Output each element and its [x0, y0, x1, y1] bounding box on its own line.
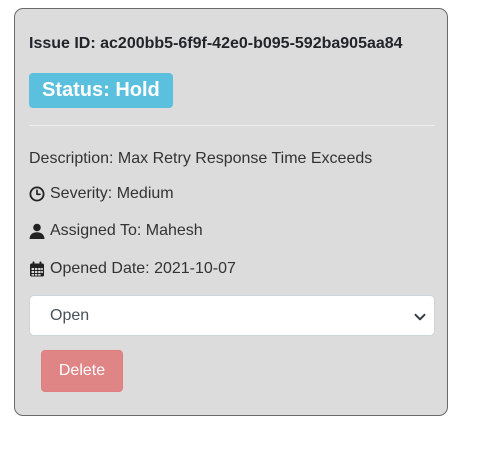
calendar-icon — [29, 261, 45, 277]
issue-assignee: Assigned To: Mahesh — [29, 222, 203, 240]
severity-text: Severity: Medium — [50, 185, 174, 202]
user-icon — [29, 223, 45, 239]
status-select-value: Open — [50, 307, 90, 324]
clock-icon — [29, 186, 45, 202]
chevron-down-icon — [414, 310, 426, 322]
assigned-text: Assigned To: Mahesh — [50, 222, 203, 239]
issue-severity: Severity: Medium — [29, 185, 174, 203]
issue-description: Description: Max Retry Response Time Exc… — [29, 150, 372, 168]
delete-button[interactable]: Delete — [41, 350, 123, 392]
issue-card: Issue ID: ac200bb5-6f9f-42e0-b095-592ba9… — [14, 8, 448, 416]
issue-opened-date: Opened Date: 2021-10-07 — [29, 260, 236, 278]
description-text: Description: Max Retry Response Time Exc… — [29, 150, 373, 167]
divider — [29, 125, 435, 126]
opened-text: Opened Date: 2021-10-07 — [50, 260, 236, 277]
status-badge: Status: Hold — [29, 73, 173, 108]
status-select[interactable]: Open — [29, 295, 435, 336]
issue-id: Issue ID: ac200bb5-6f9f-42e0-b095-592ba9… — [29, 35, 403, 52]
